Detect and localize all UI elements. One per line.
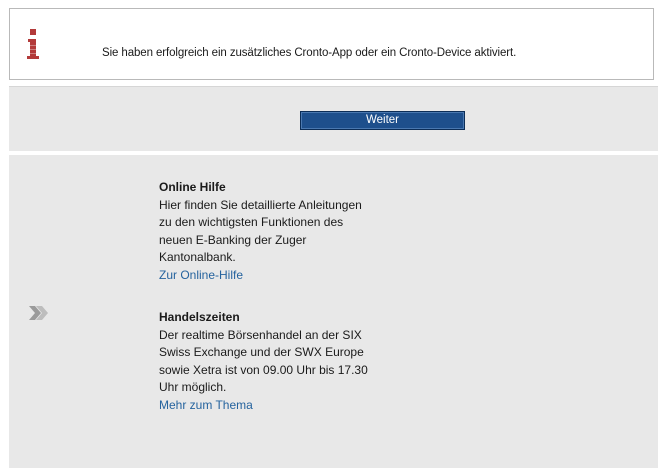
online-help-line: Hier finden Sie detaillierte Anleitungen — [159, 197, 362, 212]
info-panel: Online Hilfe Hier finden Sie detailliert… — [9, 155, 658, 468]
online-help-line: zu den wichtigsten Funktionen des — [159, 215, 344, 229]
trading-hours-line: Der realtime Börsenhandel an der SIX — [159, 327, 362, 342]
online-help-line: Kantonalbank. — [159, 250, 236, 264]
online-help-title: Online Hilfe — [159, 180, 226, 194]
action-bar: Weiter — [9, 86, 658, 151]
trading-hours-title: Handelszeiten — [159, 310, 240, 324]
double-chevron-right-icon — [29, 306, 48, 320]
online-help-line: neuen E-Banking der Zuger — [159, 232, 307, 247]
trading-hours-line: Swiss Exchange und der SWX Europe — [159, 345, 364, 359]
notice-message: Sie haben erfolgreich ein zusätzliches C… — [102, 47, 517, 59]
trading-hours-line: sowie Xetra ist von 09.00 Uhr bis 17.30 — [159, 362, 368, 377]
trading-hours-link[interactable]: Mehr zum Thema — [159, 398, 253, 412]
online-help-section: Online Hilfe Hier finden Sie detailliert… — [159, 179, 409, 284]
continue-button[interactable]: Weiter — [300, 111, 465, 130]
notice-box: Sie haben erfolgreich ein zusätzliches C… — [9, 8, 654, 80]
trading-hours-line: Uhr möglich. — [159, 380, 227, 394]
trading-hours-section: Handelszeiten Der realtime Börsenhandel … — [159, 309, 409, 414]
info-icon — [27, 29, 39, 59]
online-help-link[interactable]: Zur Online-Hilfe — [159, 268, 243, 282]
